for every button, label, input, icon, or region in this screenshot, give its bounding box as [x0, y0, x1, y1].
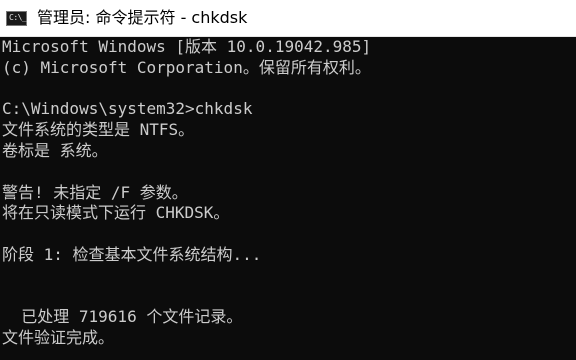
command-prompt-icon-text: C:\_	[9, 13, 27, 22]
console-line: 文件验证完成。	[2, 328, 115, 348]
title-bar[interactable]: C:\_ 管理员: 命令提示符 - chkdsk	[0, 0, 576, 37]
console-line: C:\Windows\system32>chkdsk	[2, 99, 253, 119]
console-line: 警告! 未指定 /F 参数。	[2, 182, 188, 202]
console-line: 卷标是 系统。	[2, 140, 108, 160]
console-line: 阶段 1: 检查基本文件系统结构...	[2, 244, 262, 264]
console-output[interactable]: Microsoft Windows [版本 10.0.19042.985] (c…	[0, 37, 576, 360]
command-prompt-icon[interactable]: C:\_	[6, 11, 27, 26]
console-line: Microsoft Windows [版本 10.0.19042.985]	[2, 37, 372, 56]
console-line: 文件系统的类型是 NTFS。	[2, 120, 195, 140]
window-title: 管理员: 命令提示符 - chkdsk	[37, 8, 248, 27]
command-prompt-window: C:\_ 管理员: 命令提示符 - chkdsk Microsoft Windo…	[0, 0, 576, 360]
console-line: 将在只读模式下运行 CHKDSK。	[2, 203, 230, 223]
console-line: (c) Microsoft Corporation。保留所有权利。	[2, 57, 371, 77]
console-line: 已处理 719616 个文件记录。	[2, 307, 243, 327]
